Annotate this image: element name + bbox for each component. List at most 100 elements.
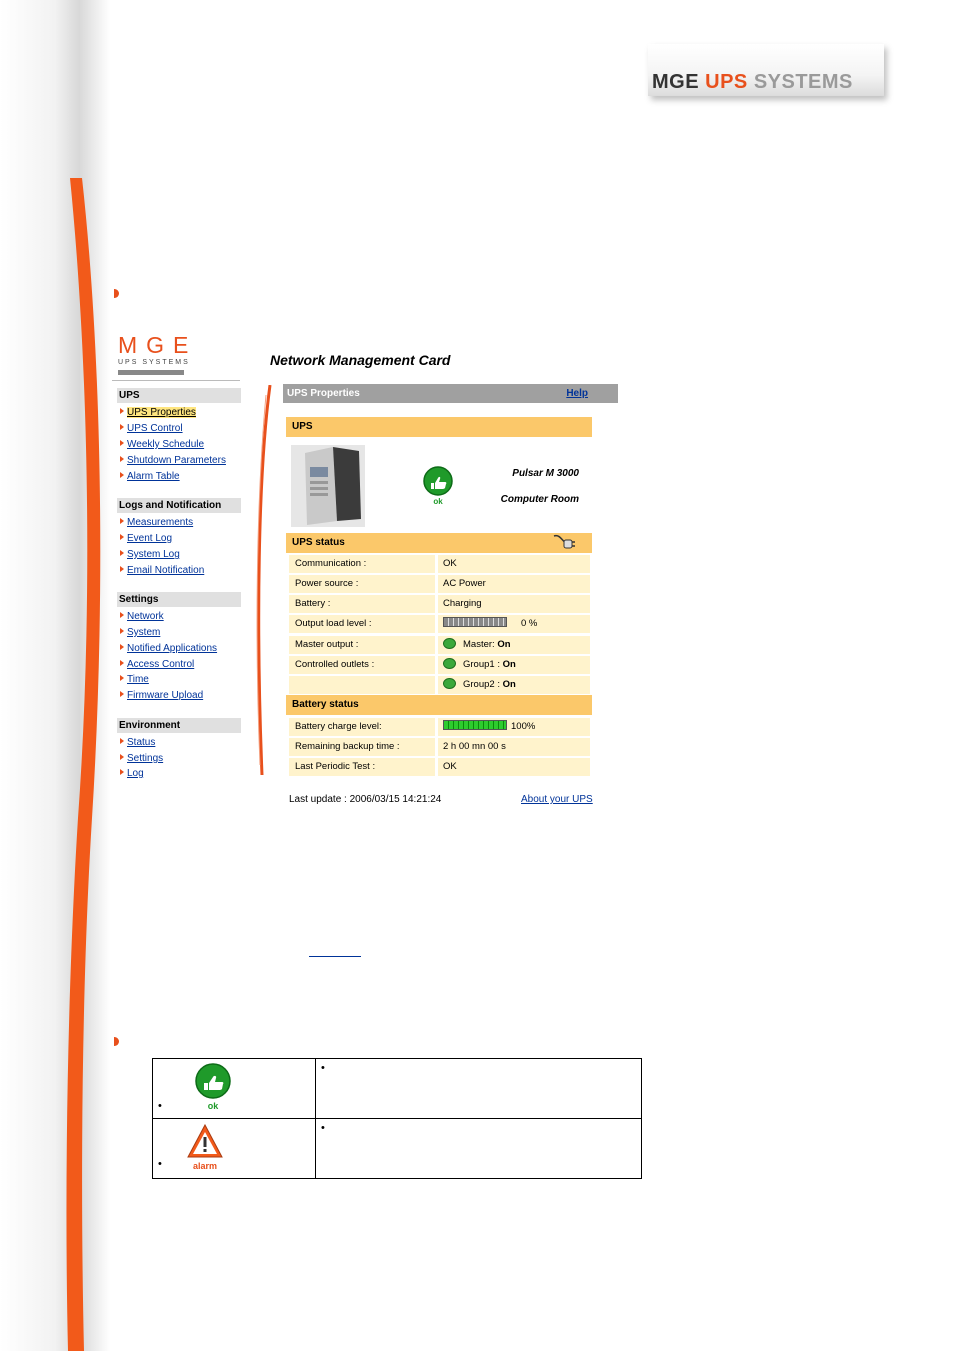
arrow-icon <box>120 566 124 573</box>
arrow-icon <box>120 440 124 447</box>
master-output-value-cell: Master: On <box>438 636 590 654</box>
power-source-label: Power source : <box>289 575 435 593</box>
panel-title: UPS Properties <box>287 388 360 399</box>
arrow-icon <box>120 754 124 761</box>
sidebar-item-shutdown-parameters[interactable]: Shutdown Parameters <box>120 454 226 468</box>
sidebar-item-ups-properties[interactable]: UPS Properties <box>120 406 196 420</box>
arrow-icon <box>120 550 124 557</box>
controlled-outlets-label: Controlled outlets : <box>289 656 435 674</box>
output-load-value: 0 % <box>521 618 538 629</box>
ups-model-name: Pulsar M 3000 <box>512 468 579 479</box>
sidebar-item-network[interactable]: Network <box>120 610 164 624</box>
battery-label: Battery : <box>289 595 435 613</box>
legend-alarm-description-cell: • <box>315 1118 642 1179</box>
nav-section-environment: Environment <box>117 718 241 733</box>
sidebar-item-event-log[interactable]: Event Log <box>120 532 172 546</box>
sidebar-item-measurements[interactable]: Measurements <box>120 516 193 530</box>
help-link[interactable]: Help <box>566 384 588 403</box>
alarm-legend-icon: alarm <box>187 1123 223 1171</box>
arrow-icon <box>120 408 124 415</box>
arrow-icon <box>120 691 124 698</box>
arrow-icon <box>120 644 124 651</box>
ac-plug-icon <box>553 534 575 549</box>
about-ups-link[interactable]: About your UPS <box>521 794 593 805</box>
sidebar-item-firmware-upload[interactable]: Firmware Upload <box>120 689 203 703</box>
battery-status-row: Remaining backup time : 2 h 00 mn 00 s <box>289 738 590 756</box>
card-logo-sub: UPS SYSTEMS <box>118 359 190 366</box>
battery-charge-meter <box>443 720 507 731</box>
ok-legend-label: ok <box>208 1101 219 1111</box>
output-load-value-cell: 0 % <box>438 615 590 633</box>
backup-time-value: 2 h 00 mn 00 s <box>438 738 590 756</box>
empty-label <box>289 676 435 694</box>
group1-state: On <box>502 659 516 670</box>
ups-status-row: Battery : Charging <box>289 595 590 613</box>
sidebar-item-system-log[interactable]: System Log <box>120 548 180 562</box>
orange-swoosh-decoration <box>66 178 101 1351</box>
nav-section-logs: Logs and Notification <box>117 498 241 513</box>
communication-value: OK <box>438 555 590 573</box>
sidebar-item-email-notification[interactable]: Email Notification <box>120 564 204 578</box>
outlet-icon <box>443 637 456 649</box>
periodic-test-label: Last Periodic Test : <box>289 758 435 776</box>
legend-ok-cell: • ok <box>152 1058 316 1119</box>
ups-section-header: UPS <box>286 417 592 437</box>
arrow-icon <box>120 456 124 463</box>
battery-charge-value: 100% <box>511 721 536 732</box>
battery-value: Charging <box>438 595 590 613</box>
ups-device-image <box>291 445 365 527</box>
power-source-value: AC Power <box>438 575 590 593</box>
underlined-link-placeholder[interactable] <box>309 946 361 957</box>
ups-status-row: Communication : OK <box>289 555 590 573</box>
bullet-dot: • <box>321 1062 325 1074</box>
ups-status-row: Power source : AC Power <box>289 575 590 593</box>
output-load-label: Output load level : <box>289 615 435 633</box>
mge-header-logo: MGE UPS SYSTEMS <box>644 38 894 98</box>
backup-time-label: Remaining backup time : <box>289 738 435 756</box>
card-logo-main: MGE <box>118 332 198 358</box>
battery-charge-label: Battery charge level: <box>289 718 435 736</box>
nav-section-ups: UPS <box>117 388 241 403</box>
group2-value-cell: Group2 : On <box>438 676 590 694</box>
arrow-icon <box>120 424 124 431</box>
battery-charge-value-cell: 100% <box>438 718 590 736</box>
group1-name: Group1 : <box>463 659 500 670</box>
sidebar-item-time[interactable]: Time <box>120 673 149 687</box>
outlet-icon <box>443 657 456 669</box>
ups-status-header: UPS status <box>286 533 592 553</box>
arrow-icon <box>120 534 124 541</box>
periodic-test-value: OK <box>438 758 590 776</box>
arrow-icon <box>120 612 124 619</box>
arrow-icon <box>120 675 124 682</box>
logo-ups-text: UPS <box>705 71 748 93</box>
sidebar-item-access-control[interactable]: Access Control <box>120 658 194 672</box>
sidebar-item-alarm-table[interactable]: Alarm Table <box>120 470 180 484</box>
sidebar-item-notified-applications[interactable]: Notified Applications <box>120 642 217 656</box>
ups-status-row: Output load level : 0 % <box>289 615 590 633</box>
sidebar-item-env-log[interactable]: Log <box>120 767 144 781</box>
ups-location: Computer Room <box>500 494 579 505</box>
sidebar-item-system[interactable]: System <box>120 626 160 640</box>
sidebar-item-env-status[interactable]: Status <box>120 736 155 750</box>
ups-status-row: Group2 : On <box>289 676 590 694</box>
battery-status-row: Battery charge level: 100% <box>289 718 590 736</box>
bullet-dot: • <box>158 1100 162 1112</box>
arrow-icon <box>120 518 124 525</box>
output-load-meter <box>443 617 507 628</box>
outlet-icon <box>443 677 456 689</box>
logo-mge-text: MGE <box>652 71 700 93</box>
arrow-icon <box>120 660 124 667</box>
nav-divider <box>112 380 240 381</box>
arrow-icon <box>120 738 124 745</box>
legend-alarm-cell: • alarm <box>152 1118 316 1179</box>
group1-value-cell: Group1 : On <box>438 656 590 674</box>
nav-section-settings: Settings <box>117 592 241 607</box>
sidebar-item-ups-control[interactable]: UPS Control <box>120 422 183 436</box>
status-legend-table: • ok • • alarm • <box>152 1058 642 1179</box>
sidebar-item-env-settings[interactable]: Settings <box>120 752 163 766</box>
bullet-dot: • <box>321 1122 325 1134</box>
panel-divider-curve <box>256 385 272 775</box>
sidebar-item-weekly-schedule[interactable]: Weekly Schedule <box>120 438 204 452</box>
card-mge-logo: MGE UPS SYSTEMS <box>118 334 197 375</box>
battery-status-row: Last Periodic Test : OK <box>289 758 590 776</box>
